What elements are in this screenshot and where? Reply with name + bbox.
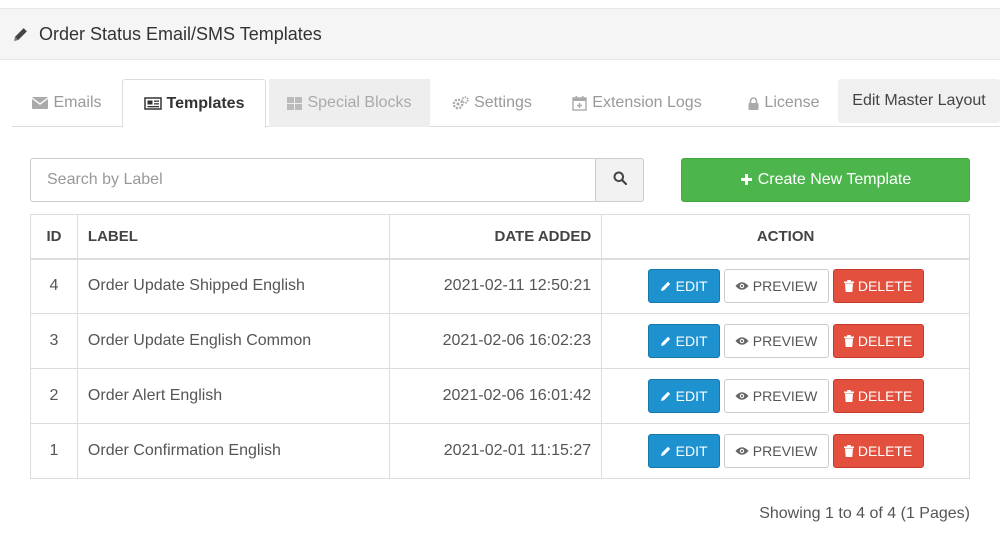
delete-button[interactable]: DELETE [832,324,924,358]
preview-button-label: PREVIEW [752,443,818,459]
cell-actions: EDIT PREVIEW DELETE [601,258,970,314]
cell-actions: EDIT PREVIEW DELETE [601,423,970,479]
edit-button[interactable]: EDIT [647,379,720,413]
cell-id: 4 [30,258,78,314]
delete-button-label: DELETE [857,443,913,459]
trash-icon [843,445,854,457]
preview-button-label: PREVIEW [752,333,818,349]
cell-id: 1 [30,423,78,479]
pencil-icon [660,445,672,457]
page-header: Order Status Email/SMS Templates [0,8,1000,60]
eye-icon [735,446,749,456]
tab-special-blocks-label: Special Blocks [307,94,412,111]
preview-button[interactable]: PREVIEW [723,434,829,468]
preview-button[interactable]: PREVIEW [723,324,829,358]
cell-actions: EDIT PREVIEW DELETE [601,368,970,424]
tab-bar: Emails Templates Special Blocks Settings… [12,79,1000,128]
pencil-icon [660,335,672,347]
tab-extension-logs-label: Extension Logs [592,94,702,111]
edit-button-label: EDIT [675,278,708,295]
tab-templates[interactable]: Templates [122,79,266,128]
edit-master-layout-button[interactable]: Edit Master Layout [838,79,1000,123]
edit-button[interactable]: EDIT [647,269,720,304]
tab-license-label: License [764,94,820,111]
cell-date-added: 2021-02-06 16:02:23 [389,313,603,369]
trash-icon [843,335,854,347]
pencil-icon [12,25,30,43]
cell-label: Order Confirmation English [76,423,391,479]
plus-icon [740,170,753,191]
table-row: 3 Order Update English Common 2021-02-06… [30,313,970,369]
search-input[interactable] [30,158,595,202]
preview-button-label: PREVIEW [752,278,818,295]
cell-actions: EDIT PREVIEW DELETE [601,313,970,369]
create-new-template-button[interactable]: Create New Template [681,158,970,202]
edit-button-label: EDIT [675,443,708,459]
column-header-id[interactable]: ID [30,214,78,260]
eye-icon [735,391,749,401]
cell-date-added: 2021-02-06 16:01:42 [389,368,603,424]
gears-icon [452,96,469,110]
edit-master-layout-label: Edit Master Layout [852,92,986,109]
trash-icon [843,280,854,293]
table-row: 2 Order Alert English 2021-02-06 16:01:4… [30,368,970,424]
grid-icon [287,96,303,110]
pagination-info: Showing 1 to 4 of 4 (1 Pages) [759,505,970,522]
edit-button[interactable]: EDIT [647,434,720,468]
column-header-action: ACTION [601,214,970,260]
tab-emails-label: Emails [53,94,102,111]
tab-settings[interactable]: Settings [437,79,547,127]
lock-icon [748,96,759,110]
preview-button[interactable]: PREVIEW [723,269,829,304]
envelope-icon [32,97,49,109]
cell-label: Order Update English Common [76,313,391,369]
delete-button[interactable]: DELETE [832,269,924,304]
delete-button[interactable]: DELETE [832,379,924,413]
preview-button[interactable]: PREVIEW [723,379,829,413]
templates-table: ID LABEL DATE ADDED ACTION 4 Order Updat… [30,214,970,479]
newspaper-icon [143,97,162,110]
calendar-plus-icon [572,95,587,111]
cell-date-added: 2021-02-01 11:15:27 [389,423,603,479]
edit-button[interactable]: EDIT [647,324,720,358]
delete-button[interactable]: DELETE [832,434,924,468]
page-title: Order Status Email/SMS Templates [39,23,322,44]
tab-templates-label: Templates [166,94,245,112]
tab-emails[interactable]: Emails [12,79,122,127]
delete-button-label: DELETE [857,388,913,404]
edit-button-label: EDIT [675,333,708,349]
column-header-date-added[interactable]: DATE ADDED [389,214,603,260]
edit-button-label: EDIT [675,388,708,404]
tab-settings-label: Settings [474,94,532,111]
eye-icon [735,281,749,291]
table-row: 4 Order Update Shipped English 2021-02-1… [30,258,970,314]
create-new-template-label: Create New Template [757,171,912,188]
tab-extension-logs[interactable]: Extension Logs [557,79,717,127]
column-header-label[interactable]: LABEL [76,214,391,260]
cell-label: Order Alert English [76,368,391,424]
cell-id: 2 [30,368,78,424]
table-row: 1 Order Confirmation English 2021-02-01 … [30,423,970,479]
search-icon [613,171,627,190]
table-header-row: ID LABEL DATE ADDED ACTION [30,214,970,260]
delete-button-label: DELETE [857,278,913,295]
preview-button-label: PREVIEW [752,388,818,404]
pencil-icon [660,280,672,292]
cell-id: 3 [30,313,78,369]
pencil-icon [660,390,672,402]
cell-label: Order Update Shipped English [76,258,391,314]
tab-special-blocks[interactable]: Special Blocks [269,79,430,127]
trash-icon [843,390,854,402]
search-button[interactable] [595,158,644,202]
eye-icon [735,336,749,346]
tab-license[interactable]: License [728,79,840,127]
delete-button-label: DELETE [857,333,913,349]
cell-date-added: 2021-02-11 12:50:21 [389,258,603,314]
search-bar [30,158,644,202]
